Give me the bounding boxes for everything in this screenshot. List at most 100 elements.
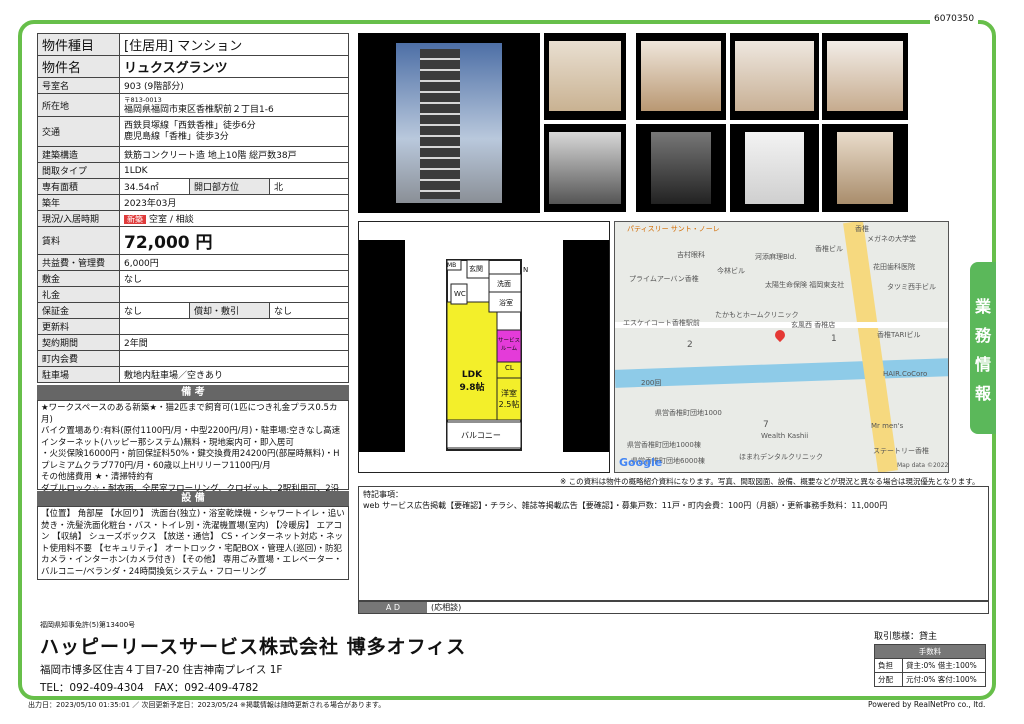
property-code: 6070350 [930,14,979,24]
tab-char: 情 [974,354,991,374]
rent-value: 72,000 円 [119,226,349,255]
amortization-value: なし [269,302,349,319]
traffic-label: 交通 [37,116,120,147]
map-label: ステートリー香椎 [873,447,929,455]
table-row: 賃料 72,000 円 [37,226,349,255]
map-label: 香椎TARIビル [877,331,921,339]
company-phone: TEL：092-409-4304 FAX：092-409-4782 [40,682,259,694]
google-logo: Google [619,456,663,469]
zip-code: 〒813-0013 [124,96,162,104]
ad-value: (応相談) [431,603,462,612]
parking-label: 駐車場 [37,366,120,383]
map-label: 2 [687,340,693,350]
north-arrow-icon: N [523,266,529,274]
guarantee-label: 保証金 [37,302,120,319]
direction-label: 開口部方位 [189,178,270,195]
fee-row-value: 元付:0% 客付:100% [902,672,986,687]
fee-table: 手数料 負担 貸主:0% 借主:100% 分配 元付:0% 客付:100% [874,644,986,687]
rent-label: 賃料 [37,226,120,255]
room-photo[interactable] [636,33,726,120]
table-row: 保証金 なし 償却・敷引 なし [37,302,349,319]
bath-label: 浴室 [499,299,513,307]
table-row: 手数料 [874,644,986,659]
community-fee-value [119,350,349,367]
entrance-photo[interactable] [822,124,908,212]
map-label: パティスリー サント・ノーレ [627,225,720,233]
addr-value: 福岡県福岡市東区香椎駅前２丁目1-6 [124,105,274,115]
renewal-value [119,318,349,335]
struct-label: 建築構造 [37,146,120,163]
area-label: 専有面積 [37,178,120,195]
table-row: 負担 貸主:0% 借主:100% [874,658,986,673]
transaction-type: 取引態様：貸主 [874,632,938,642]
table-row: 町内会費 [37,350,349,367]
layout-value: 1LDK [119,162,349,179]
map-attribution: Map data ©2022 [897,462,949,469]
bathroom-photo[interactable] [636,124,726,212]
western-room-label: 洋室 2.5帖 [498,389,520,409]
addr-label: 所在地 [37,93,120,117]
table-row: 物件種目 [住居用] マンション [37,33,349,56]
washroom-photo[interactable] [730,124,819,212]
built-value: 2023年03月 [119,194,349,211]
special-notes-text: web サービス広告掲載【要確認】・チラシ、雑誌等掲載広告【要確認】・募集戸数：… [363,501,888,510]
equipment-text: 【位置】 角部屋 【水回り】 洗面台(独立)・浴室乾燥機・シャワートイレ・追い焚… [37,506,349,580]
name-label: 物件名 [37,55,120,78]
map-label: 県営香椎町団地1000 [655,409,722,417]
table-row: 築年 2023年03月 [37,194,349,211]
table-row: 契約期間 2年間 [37,334,349,351]
special-notes: 特記事項： web サービス広告掲載【要確認】・チラシ、雑誌等掲載広告【要確認】… [358,486,989,601]
table-row: 敷金 なし [37,270,349,287]
table-row: 共益費・管理費 6,000円 [37,254,349,271]
status-value: 空室 / 相談 [149,215,194,225]
floor-plan[interactable]: MB 玄関 洗面 WC 浴室 サービスルーム LDK 9.8帖 CL 洋室 2.… [358,221,610,473]
fee-row-value: 貸主:0% 借主:100% [902,658,986,673]
company-name: ハッピーリースサービス株式会社 博多オフィス [40,636,467,658]
room-photo[interactable] [822,33,908,120]
table-row: 更新料 [37,318,349,335]
type-label: 物件種目 [37,33,120,56]
ldk-label: LDK 9.8帖 [459,370,485,393]
table-row: 所在地 〒813-0013 福岡県福岡市東区香椎駅前２丁目1-6 [37,93,349,117]
map-label: メガネの大学堂 [867,235,916,243]
washroom-label: 洗面 [497,280,511,288]
room-photo[interactable] [544,33,626,120]
tab-char: 報 [974,383,991,403]
built-label: 築年 [37,194,120,211]
key-money-value [119,286,349,303]
remarks-text: ★ワークスペースのある新築★・猫2匹まで飼育可(1匹につき礼金プラス0.5カ月)… [37,400,349,505]
community-fee-label: 町内会費 [37,350,120,367]
equipment-heading: 設 備 [37,491,349,506]
map-label: 香椎 [855,225,869,233]
map-road [843,222,898,472]
new-badge: 新築 [124,215,146,224]
map-label: 7 [763,420,769,430]
kitchen-photo[interactable] [544,124,626,212]
business-info-tab[interactable]: 業 務 情 報 [970,262,996,434]
powered-by: Powered by RealNetPro co., ltd. [868,700,986,709]
map-label: タツミ西手ビル [887,283,936,291]
map-label: たかもとホームクリニック [715,311,799,319]
map-label: 香椎ビル [815,245,843,253]
map-label: 1 [831,334,837,344]
map-label: ほまれデンタルクリニック [739,453,823,461]
table-row: 分配 元付:0% 客付:100% [874,672,986,687]
map-label: 太陽生命保険 福岡東支社 [765,281,845,289]
map-label: 玄風西 香椎店 [791,321,836,329]
wc-label: WC [454,290,466,298]
fee-row-label: 分配 [874,672,903,687]
parking-value: 敷地内駐車場／空きあり [119,366,349,383]
ad-row: A D (応相談) [358,601,989,614]
tab-char: 務 [974,325,991,345]
location-map[interactable]: パティスリー サント・ノーレ 香椎 メガネの大学堂 吉村眼科 河添麻理Bld. … [614,221,949,473]
closet-label: CL [505,364,514,372]
map-label: Wealth Kashii [761,432,809,440]
table-row: 現況/入居時期 新築 空室 / 相談 [37,210,349,227]
output-footer: 出力日：2023/05/10 01:35:01 ／ 次回更新予定日：2023/0… [28,701,386,709]
property-table: 物件種目 [住居用] マンション 物件名 リュクスグランツ 号室名 903 (9階部分… [37,33,349,383]
transaction-block: 取引態様：貸主 手数料 負担 貸主:0% 借主:100% 分配 元付:0% 客付:1… [874,629,986,687]
room-value: 903 (9階部分) [119,77,349,94]
room-photo[interactable] [730,33,819,120]
traffic-line-1: 西鉄貝塚線「西鉄香椎」徒歩6分 [124,120,256,131]
building-exterior-photo[interactable] [358,33,540,213]
